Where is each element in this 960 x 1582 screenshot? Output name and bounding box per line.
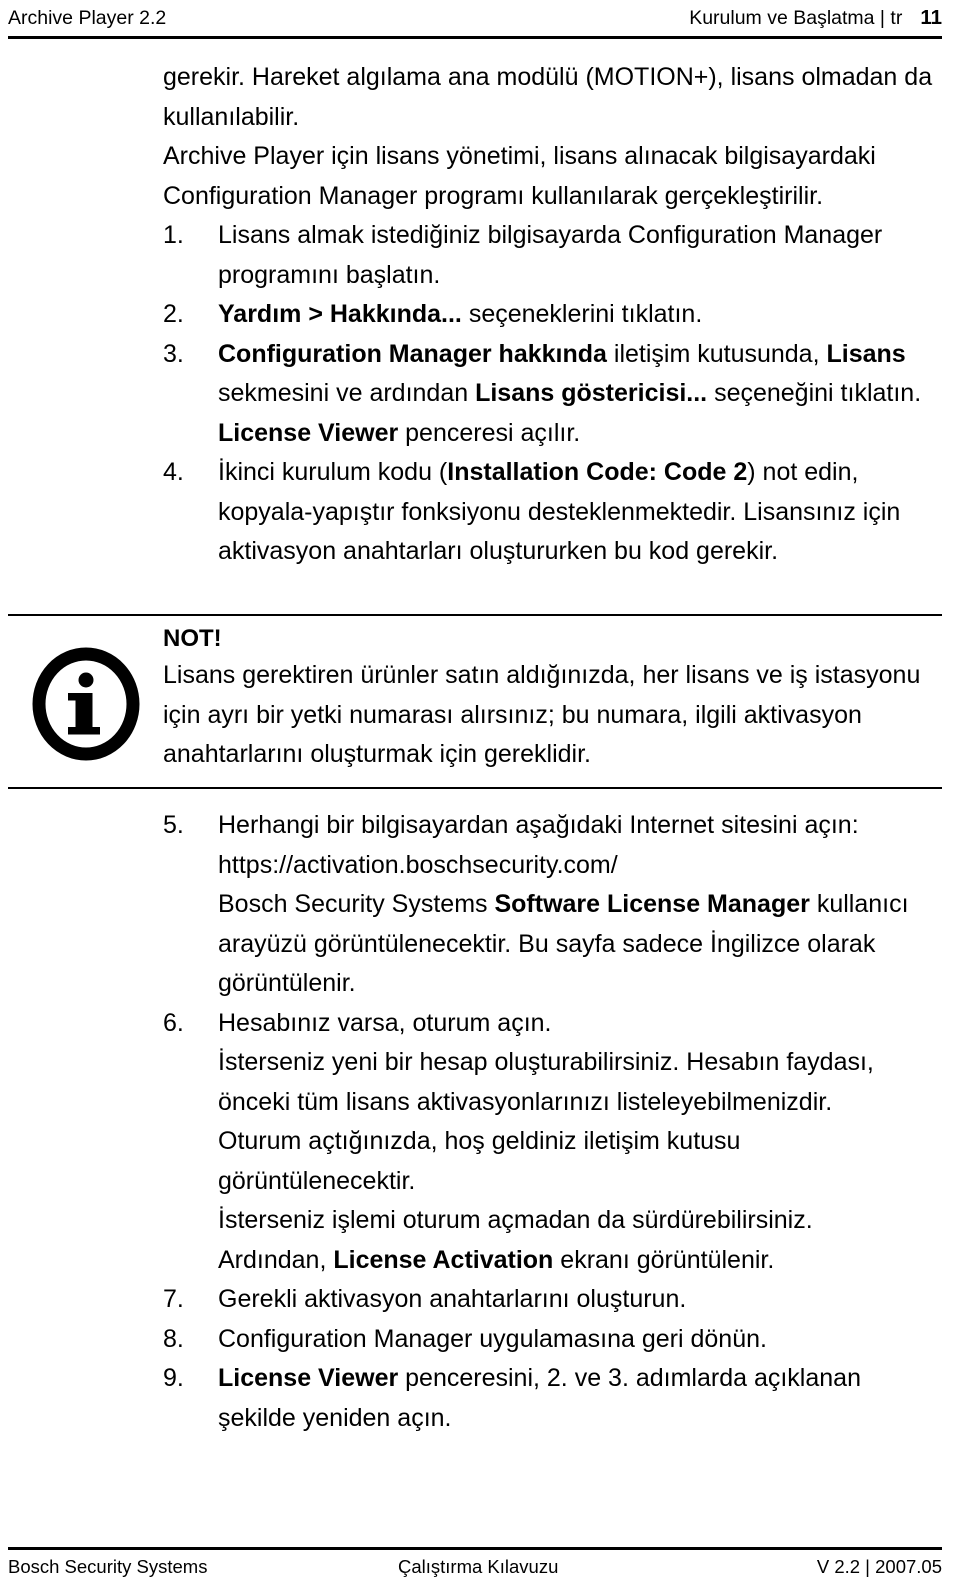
emphasis-text: Software License Manager — [494, 890, 810, 918]
emphasis-text: License Viewer — [218, 1364, 399, 1392]
header-divider — [8, 36, 942, 39]
body-text: İsterseniz yeni bir hesap oluşturabilirs… — [218, 1048, 874, 1116]
document-title: Archive Player 2.2 — [8, 7, 167, 29]
body-text: ekranı görüntülenir. — [553, 1245, 775, 1274]
procedure-step: 7. Gerekli aktivasyon anahtarlarını oluşt… — [163, 1280, 942, 1320]
emphasis-text: Installation Code: Code 2 — [447, 458, 748, 486]
step-line: License Viewer penceresini, 2. ve 3. adı… — [218, 1359, 942, 1438]
step-line: İsterseniz işlemi oturum açmadan da sürd… — [218, 1201, 942, 1241]
step-line: Configuration Manager hakkında iletişim … — [218, 335, 942, 414]
step-number: 7. — [163, 1285, 184, 1313]
page-content-lower: 5. Herhangi bir bilgisayardan aşağıdaki I… — [0, 806, 960, 1438]
paragraph: gerekir. Hareket algılama ana modülü (MO… — [163, 63, 933, 131]
emphasis-text: Lisans göstericisi... — [475, 379, 708, 407]
procedure-step: 6. Hesabınız varsa, oturum açın. İsterseni… — [163, 1004, 942, 1281]
body-text: Herhangi bir bilgisayardan aşağıdaki Int… — [218, 811, 859, 839]
info-icon — [30, 646, 142, 762]
footer-company: Bosch Security Systems — [8, 1556, 208, 1577]
step-line: https://activation.boschsecurity.com/ — [218, 846, 942, 886]
procedure-step: 2. Yardım > Hakkında... seçeneklerini tık… — [163, 295, 942, 335]
body-text: Configuration Manager uygulamasına geri … — [218, 1324, 767, 1353]
procedure-step: 4. İkinci kurulum kodu (Installation Code… — [163, 453, 942, 572]
page-number: 11 — [920, 6, 942, 29]
body-text: Oturum açtığınızda, hoş geldiniz iletişi… — [218, 1127, 741, 1195]
step-line: Lisans almak istediğiniz bilgisayarda Co… — [218, 216, 942, 295]
page-header: Archive Player 2.2 Kurulum ve Başlatma |… — [8, 6, 942, 30]
body-text: seçeneklerini tıklatın. — [461, 300, 703, 328]
note-text: Lisans gerektiren ürünler satın aldığını… — [163, 661, 921, 768]
page-footer: Bosch Security Systems Çalıştırma Kılavu… — [8, 1554, 942, 1580]
body-text: Gerekli aktivasyon anahtarlarını oluştur… — [218, 1285, 687, 1313]
body-text: sekmesini ve ardından — [218, 379, 476, 407]
procedure-step: 8. Configuration Manager uygulamasına ger… — [163, 1320, 942, 1360]
body-text: Lisans almak istediğiniz bilgisayarda Co… — [218, 221, 883, 289]
procedure-steps-part-1: 1. Lisans almak istediğiniz bilgisayarda … — [0, 216, 960, 572]
emphasis-text: Yardım > Hakkında... — [218, 300, 462, 328]
step-line: Configuration Manager uygulamasına geri … — [218, 1320, 942, 1360]
procedure-step: 9. License Viewer penceresini, 2. ve 3. a… — [163, 1359, 942, 1438]
emphasis-text: License Viewer — [218, 418, 399, 447]
footer-divider — [8, 1547, 942, 1550]
emphasis-text: License Activation — [333, 1245, 554, 1274]
step-line: Gerekli aktivasyon anahtarlarını oluştur… — [218, 1280, 942, 1320]
body-text: https://activation.boschsecurity.com/ — [218, 850, 618, 879]
step-number: 1. — [163, 221, 184, 249]
body-text: iletişim kutusunda, — [606, 339, 827, 368]
procedure-step: 5. Herhangi bir bilgisayardan aşağıdaki I… — [163, 806, 942, 1004]
procedure-step: 1. Lisans almak istediğiniz bilgisayarda … — [163, 216, 942, 295]
step-number: 6. — [163, 1008, 184, 1037]
step-line: License Viewer penceresi açılır. — [218, 414, 942, 454]
procedure-steps-part-2: 5. Herhangi bir bilgisayardan aşağıdaki I… — [0, 806, 960, 1438]
step-number: 9. — [163, 1364, 184, 1392]
step-line: Herhangi bir bilgisayardan aşağıdaki Int… — [218, 806, 942, 846]
body-text: seçeneğini tıklatın. — [707, 379, 922, 407]
note-box: NOT! Lisans gerektiren ürünler satın ald… — [0, 614, 960, 790]
step-line: Ardından, License Activation ekranı görü… — [218, 1241, 942, 1281]
step-line: Oturum açtığınızda, hoş geldiniz iletişi… — [218, 1122, 942, 1201]
step-line: Hesabınız varsa, oturum açın. — [218, 1004, 942, 1044]
step-line: Yardım > Hakkında... seçeneklerini tıkla… — [218, 295, 942, 335]
emphasis-text: Configuration Manager hakkında — [218, 339, 607, 368]
body-text: Ardından, — [218, 1245, 334, 1274]
page-content: gerekir. Hareket algılama ana modülü (MO… — [0, 58, 960, 572]
step-line: İkinci kurulum kodu (Installation Code: … — [218, 453, 942, 572]
note-bottom-divider — [8, 787, 942, 790]
paragraph: Archive Player için lisans yönetimi, lis… — [163, 142, 876, 210]
emphasis-text: Lisans — [826, 339, 906, 368]
footer-version: V 2.2 | 2007.05 — [816, 1556, 942, 1577]
note-content: NOT! Lisans gerektiren ürünler satın ald… — [163, 622, 943, 775]
note-title: NOT! — [163, 625, 222, 652]
header-chapter-label: Kurulum ve Başlatma | tr — [689, 7, 903, 29]
body-text: penceresi açılır. — [398, 418, 581, 447]
step-number: 2. — [163, 300, 184, 328]
step-number: 4. — [163, 458, 184, 486]
step-number: 5. — [163, 811, 184, 839]
step-number: 8. — [163, 1324, 184, 1353]
body-text: Hesabınız varsa, oturum açın. — [218, 1008, 552, 1037]
procedure-step: 3. Configuration Manager hakkında iletişi… — [163, 335, 942, 454]
note-top-divider — [8, 614, 942, 617]
footer-doc-type: Çalıştırma Kılavuzu — [398, 1556, 559, 1577]
step-line: Bosch Security Systems Software License … — [218, 885, 942, 1004]
step-line: İsterseniz yeni bir hesap oluşturabilirs… — [218, 1043, 942, 1122]
body-text: İkinci kurulum kodu ( — [218, 458, 448, 486]
body-text: Bosch Security Systems — [218, 890, 495, 918]
body-text: İsterseniz işlemi oturum açmadan da sürd… — [218, 1206, 813, 1234]
intro-paragraphs: gerekir. Hareket algılama ana modülü (MO… — [0, 58, 960, 216]
step-number: 3. — [163, 339, 184, 368]
